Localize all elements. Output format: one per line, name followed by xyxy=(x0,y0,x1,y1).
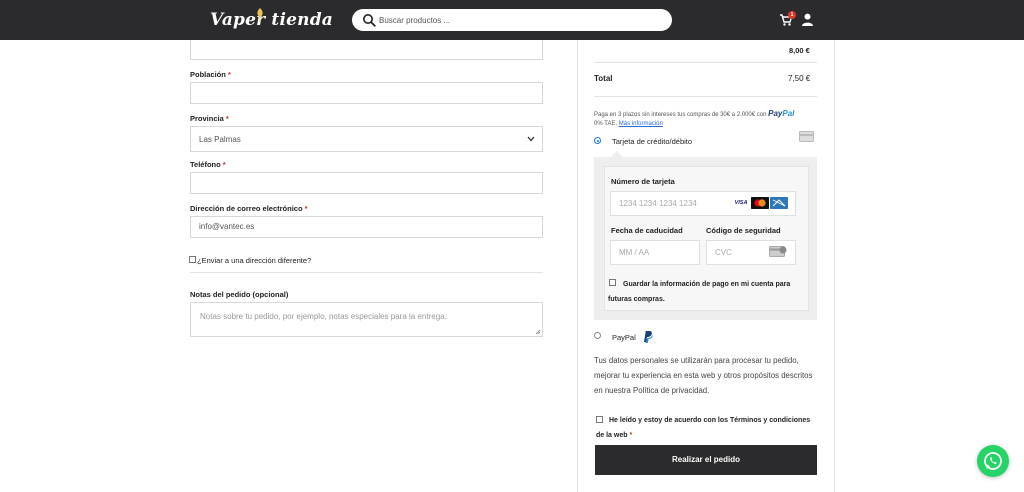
order-notes-textarea[interactable]: Notas sobre tu pedido, por ejemplo, nota… xyxy=(190,302,543,337)
form-divider xyxy=(190,272,543,273)
card-number-label: Número de tarjeta xyxy=(611,177,675,186)
chevron-down-icon xyxy=(527,136,535,142)
paypal-logo-text: PayPal xyxy=(768,109,795,118)
notes-label: Notas del pedido (opcional) xyxy=(190,290,289,299)
whatsapp-button[interactable] xyxy=(977,445,1009,477)
provincia-select[interactable]: Las Palmas xyxy=(190,126,543,152)
terms-label: He leído y estoy de acuerdo con los Térm… xyxy=(596,417,811,439)
email-value: info@vantec.es xyxy=(199,222,255,231)
whatsapp-icon xyxy=(984,452,1002,470)
paypal-icon xyxy=(644,331,653,343)
credit-card-icon xyxy=(799,131,814,142)
ship-different-label: ¿Enviar a una dirección diferente? xyxy=(197,256,312,265)
top-header-bar: Vaper tienda 1 xyxy=(0,0,1024,40)
cvc-label: Código de seguridad xyxy=(706,226,781,235)
search-icon xyxy=(363,14,376,27)
card-method-label: Tarjeta de crédito/débito xyxy=(612,137,693,146)
card-method-radio[interactable] xyxy=(594,137,601,144)
save-payment-label: Guardar la información de pago en mi cue… xyxy=(608,281,791,303)
expiry-input[interactable]: MM / AA xyxy=(610,240,700,265)
email-label: Dirección de correo electrónico * xyxy=(190,204,308,213)
expiry-label: Fecha de caducidad xyxy=(611,226,683,235)
cart-count-badge: 1 xyxy=(788,11,796,19)
telefono-input[interactable] xyxy=(190,172,543,194)
address-field[interactable] xyxy=(190,40,543,60)
provincia-value: Las Palmas xyxy=(199,135,241,144)
paypal-method-label: PayPal xyxy=(612,333,636,342)
total-label: Total xyxy=(594,74,613,83)
visa-icon: VISA xyxy=(733,198,749,208)
search-bar[interactable] xyxy=(352,9,672,31)
paypal-installments-text: Paga en 3 plazos sin intereses tus compr… xyxy=(594,109,795,127)
user-account-icon[interactable] xyxy=(801,13,814,26)
privacy-notice: Tus datos personales se utilizarán para … xyxy=(594,356,813,395)
amex-icon xyxy=(770,197,788,209)
place-order-button[interactable]: Realizar el pedido xyxy=(595,445,817,475)
total-value: 7,50 € xyxy=(788,74,811,83)
logo-wordmark: Vaper tienda xyxy=(210,10,334,30)
divider xyxy=(594,62,817,63)
provincia-label: Provincia * xyxy=(190,114,229,123)
ship-different-checkbox[interactable] xyxy=(189,256,196,263)
paypal-method-radio[interactable] xyxy=(594,332,601,339)
telefono-label: Teléfono * xyxy=(190,160,226,169)
subtotal-value: 8,00 € xyxy=(789,46,810,55)
mastercard-icon xyxy=(751,197,769,209)
poblacion-input[interactable] xyxy=(190,82,543,104)
divider xyxy=(594,96,817,97)
cvc-card-icon xyxy=(769,246,787,257)
search-input[interactable] xyxy=(379,12,659,28)
more-info-link[interactable]: Más información xyxy=(619,121,663,127)
email-input[interactable]: info@vantec.es xyxy=(190,216,543,238)
leaf-icon xyxy=(257,8,263,22)
poblacion-label: Población * xyxy=(190,70,231,79)
site-logo[interactable]: Vaper tienda xyxy=(210,8,333,34)
notes-placeholder: Notas sobre tu pedido, por ejemplo, nota… xyxy=(200,312,447,321)
resize-grip-icon[interactable] xyxy=(535,329,541,335)
